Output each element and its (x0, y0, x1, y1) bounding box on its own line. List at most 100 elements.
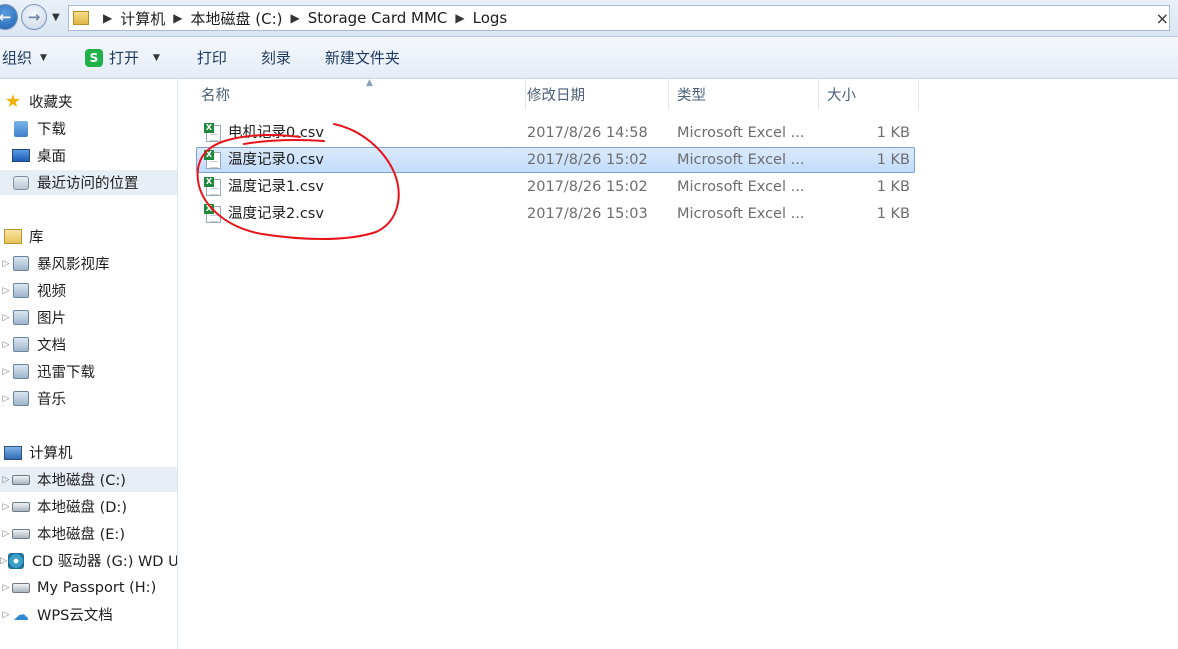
expand-arrow-icon[interactable]: ▷ (0, 340, 12, 350)
column-header-date[interactable]: 修改日期 (519, 79, 669, 110)
nav-item-pictures[interactable]: ▷ 图片 (0, 305, 177, 330)
star-icon: ★ (4, 91, 22, 112)
expand-arrow-icon[interactable]: ▷ (0, 259, 12, 269)
column-header-size[interactable]: 大小 (819, 79, 919, 110)
breadcrumb-item-logs[interactable]: Logs (473, 9, 508, 27)
file-row-selected[interactable]: 温度记录0.csv 2017/8/26 15:02 Microsoft Exce… (196, 147, 915, 173)
expand-arrow-icon[interactable]: ▷ (0, 556, 7, 566)
navigation-pane[interactable]: ★ 收藏夹 下载 桌面 最近访问的位置 库 ▷ 暴风影视库 ▷ 视频 ▷ 图片 … (0, 79, 178, 649)
nav-item-my-passport-h[interactable]: ▷ My Passport (H:) (0, 575, 177, 600)
file-list[interactable]: 名称 ▲ 修改日期 类型 大小 电机记录0.csv 2017/8/26 14:5… (178, 78, 1178, 649)
breadcrumb-separator-icon[interactable]: ▶ (103, 11, 112, 25)
csv-file-icon (204, 177, 221, 196)
nav-item-cd-drive-g[interactable]: ▷ CD 驱动器 (G:) WD U (0, 548, 177, 573)
nav-item-label: 迅雷下载 (37, 365, 95, 381)
wps-icon: S (84, 48, 103, 67)
nav-item-documents[interactable]: ▷ 文档 (0, 332, 177, 357)
download-folder-icon (14, 120, 28, 137)
nav-item-label: 音乐 (37, 392, 66, 408)
nav-item-label: 本地磁盘 (E:) (37, 527, 125, 543)
nav-computer-label: 计算机 (29, 446, 73, 462)
drive-icon (12, 501, 30, 512)
back-button[interactable]: ← (0, 4, 18, 30)
nav-item-recent-places[interactable]: 最近访问的位置 (0, 170, 177, 195)
recent-pages-dropdown-icon[interactable]: ▼ (52, 12, 60, 23)
file-row[interactable]: 温度记录1.csv 2017/8/26 15:02 Microsoft Exce… (196, 174, 915, 200)
breadcrumb-item-storage-card[interactable]: Storage Card MMC (308, 9, 448, 27)
file-name: 电机记录0.csv (228, 125, 324, 141)
nav-item-storm-video-library[interactable]: ▷ 暴风影视库 (0, 251, 177, 276)
nav-computer[interactable]: 计算机 (0, 440, 177, 465)
breadcrumb-separator-icon[interactable]: ▶ (290, 11, 299, 25)
forward-arrow-icon: → (27, 8, 41, 26)
file-type: Microsoft Excel ... (677, 152, 805, 168)
expand-arrow-icon[interactable]: ▷ (0, 367, 12, 377)
chevron-down-icon: ▼ (152, 52, 160, 63)
nav-item-label: WPS云文档 (37, 608, 113, 624)
nav-item-label: 文档 (37, 338, 66, 354)
nav-libraries[interactable]: 库 (0, 224, 177, 249)
nav-item-thunder-downloads[interactable]: ▷ 迅雷下载 (0, 359, 177, 384)
expand-arrow-icon[interactable]: ▷ (0, 610, 12, 620)
nav-item-desktop[interactable]: 桌面 (0, 143, 177, 168)
open-button[interactable]: S 打开 ▼ (79, 44, 166, 72)
forward-button[interactable]: → (21, 4, 47, 30)
csv-file-icon (204, 123, 221, 142)
nav-item-drive-d[interactable]: ▷ 本地磁盘 (D:) (0, 494, 177, 519)
nav-favorites-label: 收藏夹 (29, 95, 73, 111)
file-size: 1 KB (876, 179, 910, 195)
recent-places-icon (13, 175, 29, 190)
cloud-icon: ☁ (13, 605, 29, 624)
burn-button[interactable]: 刻录 (255, 44, 297, 72)
nav-item-label: My Passport (H:) (37, 579, 157, 596)
nav-item-label: 视频 (37, 284, 66, 300)
drive-icon (12, 582, 30, 593)
nav-item-videos[interactable]: ▷ 视频 (0, 278, 177, 303)
breadcrumb-item-drive-c[interactable]: 本地磁盘 (C:) (190, 8, 282, 29)
file-size: 1 KB (876, 125, 910, 141)
file-date: 2017/8/26 15:02 (527, 179, 648, 195)
nav-item-drive-e[interactable]: ▷ 本地磁盘 (E:) (0, 521, 177, 546)
expand-arrow-icon[interactable]: ▷ (0, 529, 12, 539)
expand-arrow-icon[interactable]: ▷ (0, 394, 12, 404)
close-icon[interactable]: × (1156, 9, 1169, 28)
organize-button[interactable]: 组织 ▼ (0, 44, 53, 72)
breadcrumb-separator-icon[interactable]: ▶ (455, 11, 464, 25)
nav-item-wps-cloud[interactable]: ▷ ☁ WPS云文档 (0, 602, 177, 627)
file-size: 1 KB (876, 206, 910, 222)
print-button[interactable]: 打印 (191, 44, 233, 72)
nav-item-label: 图片 (37, 311, 66, 327)
nav-item-label: 最近访问的位置 (37, 176, 139, 192)
nav-favorites[interactable]: ★ 收藏夹 (0, 89, 177, 114)
nav-item-drive-c[interactable]: ▷ 本地磁盘 (C:) (0, 467, 177, 492)
column-header-name[interactable]: 名称 ▲ (193, 78, 526, 110)
expand-arrow-icon[interactable]: ▷ (0, 502, 12, 512)
address-bar: ← → ▼ ▶ 计算机 ▶ 本地磁盘 (C:) ▶ Storage Card M… (0, 0, 1178, 37)
new-folder-button[interactable]: 新建文件夹 (319, 44, 406, 72)
chevron-down-icon: ▼ (40, 52, 47, 63)
file-date: 2017/8/26 14:58 (527, 125, 648, 141)
organize-label: 组织 (2, 49, 33, 67)
nav-item-music[interactable]: ▷ 音乐 (0, 386, 177, 411)
file-row[interactable]: 温度记录2.csv 2017/8/26 15:03 Microsoft Exce… (196, 201, 915, 227)
nav-item-label: 暴风影视库 (37, 257, 110, 273)
music-icon (13, 391, 29, 406)
file-row[interactable]: 电机记录0.csv 2017/8/26 14:58 Microsoft Exce… (196, 120, 915, 146)
column-header-type[interactable]: 类型 (669, 79, 819, 110)
csv-file-icon (204, 204, 221, 223)
file-type: Microsoft Excel ... (677, 179, 805, 195)
expand-arrow-icon[interactable]: ▷ (0, 313, 12, 323)
library-icon (4, 229, 22, 244)
thunder-download-icon (13, 364, 29, 379)
nav-item-downloads[interactable]: 下载 (0, 116, 177, 141)
breadcrumb-separator-icon[interactable]: ▶ (173, 11, 182, 25)
column-header-name-label: 名称 (201, 88, 230, 104)
expand-arrow-icon[interactable]: ▷ (0, 475, 12, 485)
expand-arrow-icon[interactable]: ▷ (0, 583, 12, 593)
open-label: 打开 (108, 49, 139, 67)
nav-item-label: 下载 (37, 122, 66, 138)
breadcrumb-item-computer[interactable]: 计算机 (120, 8, 165, 29)
expand-arrow-icon[interactable]: ▷ (0, 286, 12, 296)
file-name: 温度记录2.csv (228, 206, 324, 222)
breadcrumb[interactable]: ▶ 计算机 ▶ 本地磁盘 (C:) ▶ Storage Card MMC ▶ L… (68, 5, 1170, 31)
